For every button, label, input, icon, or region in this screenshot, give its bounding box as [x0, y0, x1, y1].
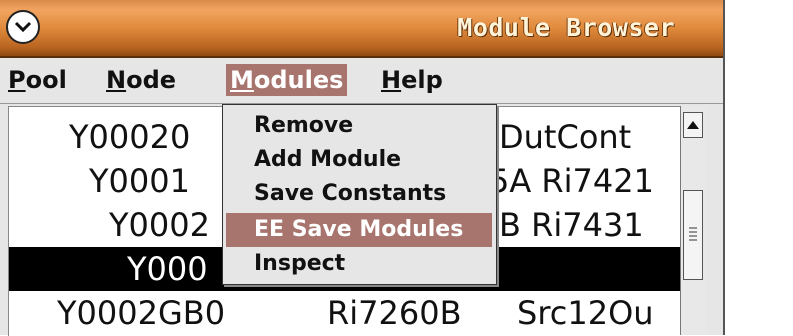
- menu-item-inspect[interactable]: Inspect: [226, 247, 492, 281]
- module-type: 5A Ri7421: [489, 162, 654, 200]
- module-type: DutCont: [499, 118, 632, 156]
- menu-node[interactable]: Node: [102, 64, 180, 96]
- module-type: Ri7260B: [327, 294, 462, 332]
- module-id: Y0002GB0: [57, 294, 226, 332]
- menu-help[interactable]: Help: [377, 64, 447, 96]
- menu-item-save-constants[interactable]: Save Constants: [226, 177, 492, 211]
- module-browser-window: Module Browser Pool Node Modules Help Y0…: [0, 0, 725, 336]
- module-id: Y0002: [109, 206, 210, 244]
- list-item[interactable]: Y0002GB0 Ri7260B Src12Ou: [9, 291, 681, 335]
- module-id: Y00020: [69, 118, 191, 156]
- menu-item-ee-save-modules[interactable]: EE Save Modules: [226, 213, 492, 247]
- menu-modules[interactable]: Modules: [226, 64, 348, 96]
- menu-bar: Pool Node Modules Help: [0, 58, 723, 104]
- module-id: Y000: [127, 250, 208, 288]
- menu-item-remove[interactable]: Remove: [226, 109, 492, 143]
- arrow-up-icon: [687, 121, 699, 129]
- menu-item-add-module[interactable]: Add Module: [226, 143, 492, 177]
- menu-pool[interactable]: Pool: [4, 64, 71, 96]
- modules-dropdown-menu: Remove Add Module Save Constants EE Save…: [222, 104, 497, 285]
- title-bar[interactable]: Module Browser: [0, 0, 723, 58]
- scroll-thumb[interactable]: [683, 190, 703, 280]
- module-type: B Ri7431: [499, 206, 644, 244]
- window-menu-button[interactable]: [6, 10, 40, 44]
- module-id: Y0001: [89, 162, 190, 200]
- chevron-down-icon: [14, 21, 32, 33]
- grip-icon: [689, 227, 697, 241]
- window-title: Module Browser: [457, 13, 675, 42]
- vertical-scrollbar[interactable]: [680, 106, 707, 335]
- module-output: Src12Ou: [517, 294, 654, 332]
- scroll-up-button[interactable]: [683, 112, 703, 138]
